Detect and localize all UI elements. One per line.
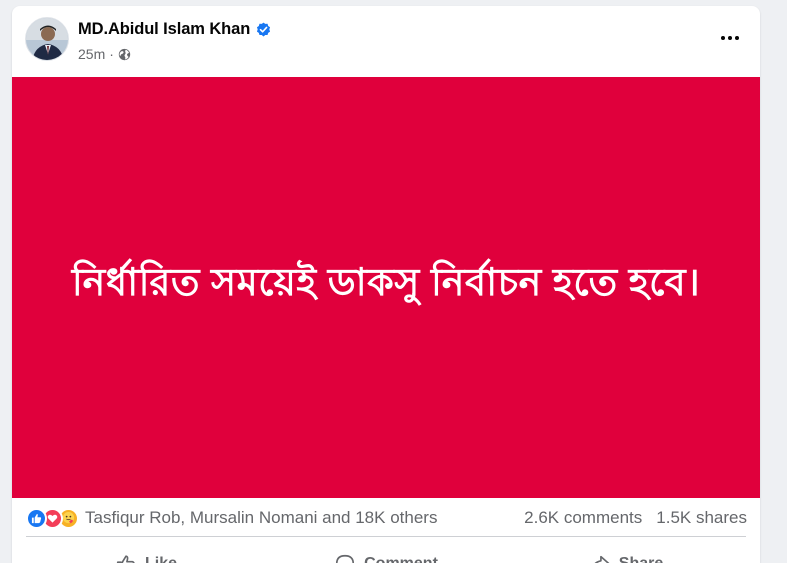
post-header: MD.Abidul Islam Khan 25m · bbox=[12, 6, 760, 77]
like-label: Like bbox=[145, 555, 177, 563]
comment-label: Comment bbox=[364, 555, 438, 563]
share-button[interactable]: Share bbox=[506, 538, 746, 563]
thumbs-up-icon bbox=[116, 555, 135, 563]
reaction-icons[interactable] bbox=[26, 507, 79, 529]
post-time[interactable]: 25m bbox=[78, 46, 105, 62]
engagement-counts: 2.6K comments 1.5K shares bbox=[524, 508, 747, 528]
like-reaction-icon bbox=[26, 507, 47, 529]
more-options-button[interactable] bbox=[714, 22, 746, 54]
reactors-summary[interactable]: Tasfiqur Rob, Mursalin Nomani and 18K ot… bbox=[85, 508, 437, 528]
post-actions: Like Comment Share bbox=[26, 538, 746, 563]
avatar-photo bbox=[26, 18, 68, 60]
share-label: Share bbox=[619, 555, 663, 563]
comments-count[interactable]: 2.6K comments bbox=[524, 508, 642, 528]
shares-count[interactable]: 1.5K shares bbox=[656, 508, 747, 528]
author-avatar[interactable] bbox=[25, 17, 69, 61]
comment-button[interactable]: Comment bbox=[266, 538, 506, 563]
author-name[interactable]: MD.Abidul Islam Khan bbox=[78, 20, 271, 39]
stats-divider bbox=[26, 536, 746, 537]
globe-icon[interactable] bbox=[118, 48, 131, 61]
post-card: MD.Abidul Islam Khan 25m · নির্ধারিত সময… bbox=[12, 6, 760, 563]
like-button[interactable]: Like bbox=[26, 538, 266, 563]
author-name-text[interactable]: MD.Abidul Islam Khan bbox=[78, 20, 250, 39]
post-stats: Tasfiqur Rob, Mursalin Nomani and 18K ot… bbox=[12, 498, 760, 538]
comment-bubble-icon bbox=[336, 554, 355, 563]
post-text: নির্ধারিত সময়েই ডাকসু নির্বাচন হতে হবে। bbox=[71, 261, 701, 304]
share-arrow-icon bbox=[594, 555, 610, 563]
post-meta: 25m · bbox=[78, 46, 131, 62]
verified-badge-icon bbox=[257, 22, 271, 37]
post-text-background[interactable]: নির্ধারিত সময়েই ডাকসু নির্বাচন হতে হবে। bbox=[12, 77, 760, 498]
more-dots-icon bbox=[721, 36, 739, 40]
meta-separator: · bbox=[109, 46, 114, 62]
